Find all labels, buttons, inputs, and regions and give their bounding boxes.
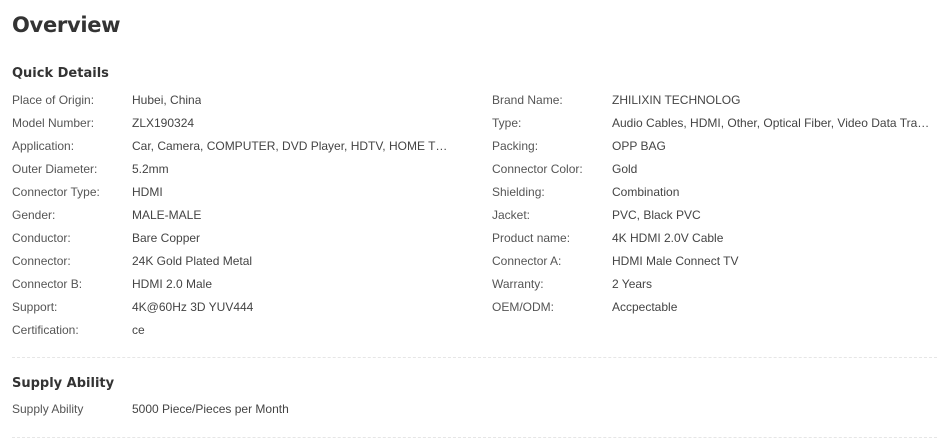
detail-row-conductor: Conductor: Bare Copper [12, 227, 472, 250]
detail-value: Car, Camera, COMPUTER, DVD Player, HDTV,… [132, 139, 452, 153]
detail-value: HDMI [132, 185, 163, 199]
detail-row-connector-color: Connector Color: Gold [492, 158, 937, 181]
section-divider-bottom [12, 437, 937, 438]
detail-value: ZHILIXIN TECHNOLOG [612, 93, 741, 107]
detail-key: Outer Diameter: [12, 162, 98, 176]
detail-row-packing: Packing: OPP BAG [492, 135, 937, 158]
detail-key: Gender: [12, 208, 56, 222]
detail-value: 4K HDMI 2.0V Cable [612, 231, 724, 245]
detail-row-gender: Gender: MALE-MALE [12, 204, 472, 227]
supply-ability-column: Supply Ability 5000 Piece/Pieces per Mont… [12, 398, 472, 421]
detail-row-shielding: Shielding: Combination [492, 181, 937, 204]
detail-key: Application: [12, 139, 75, 153]
detail-row-connector-b: Connector B: HDMI 2.0 Male [12, 273, 472, 296]
detail-key: OEM/ODM: [492, 300, 554, 314]
detail-value: 24K Gold Plated Metal [132, 254, 253, 268]
detail-key: Shielding: [492, 185, 545, 199]
detail-value: PVC, Black PVC [612, 208, 701, 222]
detail-value: ce [132, 323, 145, 337]
detail-key: Connector Type: [12, 185, 100, 199]
detail-row-connector-a: Connector A: HDMI Male Connect TV [492, 250, 937, 273]
detail-key: Model Number: [12, 116, 95, 130]
detail-row-outer-diameter: Outer Diameter: 5.2mm [12, 158, 472, 181]
quick-details-right-column: Brand Name: ZHILIXIN TECHNOLOG Type: Audio… [492, 89, 937, 319]
detail-value: OPP BAG [612, 139, 666, 153]
detail-row-oem-odm: OEM/ODM: Accpectable [492, 296, 937, 319]
detail-row-support: Support: 4K@60Hz 3D YUV444 [12, 296, 472, 319]
detail-row-brand-name: Brand Name: ZHILIXIN TECHNOLOG [492, 89, 937, 112]
detail-row-product-name: Product name: 4K HDMI 2.0V Cable [492, 227, 937, 250]
detail-row-connector: Connector: 24K Gold Plated Metal [12, 250, 472, 273]
detail-key: Brand Name: [492, 93, 563, 107]
detail-key: Warranty: [492, 277, 544, 291]
detail-row-connector-type: Connector Type: HDMI [12, 181, 472, 204]
detail-value: Bare Copper [132, 231, 201, 245]
supply-ability-table: Supply Ability 5000 Piece/Pieces per Mont… [12, 398, 937, 421]
detail-key: Place of Origin: [12, 93, 95, 107]
detail-row-jacket: Jacket: PVC, Black PVC [492, 204, 937, 227]
detail-row-certification: Certification: ce [12, 319, 472, 342]
detail-row-model-number: Model Number: ZLX190324 [12, 112, 472, 135]
detail-row-type: Type: Audio Cables, HDMI, Other, Optical … [492, 112, 937, 135]
detail-value: ZLX190324 [132, 116, 195, 130]
page-title: Overview [12, 13, 121, 37]
detail-value: HDMI Male Connect TV [612, 254, 739, 268]
detail-value: Gold [612, 162, 638, 176]
detail-value: Combination [612, 185, 680, 199]
detail-key: Product name: [492, 231, 571, 245]
detail-key: Type: [492, 116, 522, 130]
detail-value: 5.2mm [132, 162, 169, 176]
quick-details-heading: Quick Details [12, 66, 109, 81]
detail-value: 5000 Piece/Pieces per Month [132, 402, 289, 416]
detail-value: Accpectable [612, 300, 678, 314]
detail-key: Connector Color: [492, 162, 583, 176]
detail-key: Connector: [12, 254, 71, 268]
detail-value: MALE-MALE [132, 208, 202, 222]
detail-value: 2 Years [612, 277, 653, 291]
detail-row-warranty: Warranty: 2 Years [492, 273, 937, 296]
detail-value: Audio Cables, HDMI, Other, Optical Fiber… [612, 116, 932, 130]
detail-key: Connector A: [492, 254, 562, 268]
detail-key: Connector B: [12, 277, 83, 291]
detail-key: Support: [12, 300, 58, 314]
detail-key: Jacket: [492, 208, 531, 222]
detail-row-place-of-origin: Place of Origin: Hubei, China [12, 89, 472, 112]
detail-key: Supply Ability [12, 402, 84, 416]
detail-row-supply-ability: Supply Ability 5000 Piece/Pieces per Mont… [12, 398, 472, 421]
detail-key: Conductor: [12, 231, 71, 245]
supply-ability-heading: Supply Ability [12, 376, 115, 391]
detail-value: 4K@60Hz 3D YUV444 [132, 300, 254, 314]
section-divider [12, 357, 937, 358]
quick-details-left-column: Place of Origin: Hubei, China Model Numbe… [12, 89, 472, 342]
detail-value: Hubei, China [132, 93, 202, 107]
detail-value: HDMI 2.0 Male [132, 277, 213, 291]
detail-key: Certification: [12, 323, 79, 337]
detail-row-application: Application: Car, Camera, COMPUTER, DVD P… [12, 135, 472, 158]
detail-key: Packing: [492, 139, 539, 153]
